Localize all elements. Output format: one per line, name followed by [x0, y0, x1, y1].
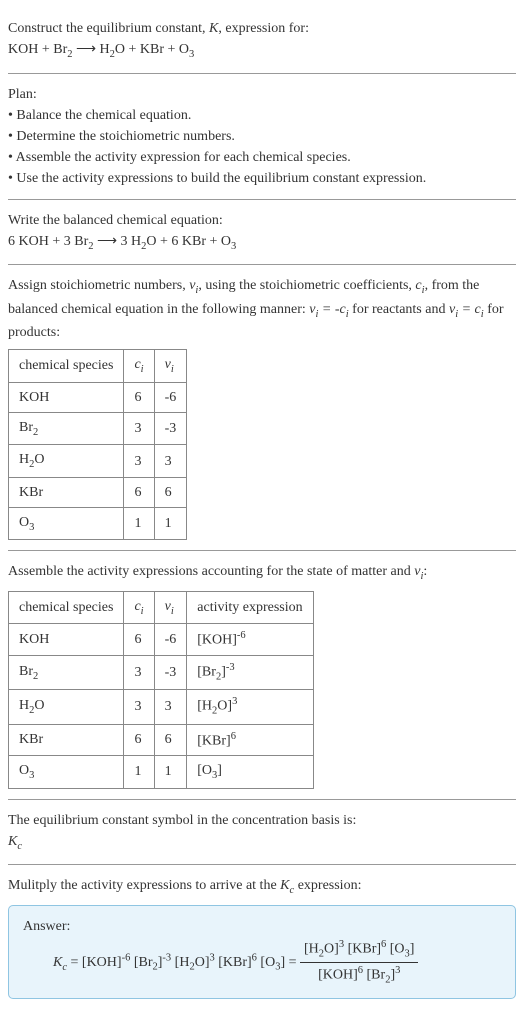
cell: 6 — [124, 724, 154, 756]
plan-section: Plan: • Balance the chemical equation. •… — [8, 74, 516, 200]
cell: [KBr]6 — [187, 724, 313, 756]
cell: -6 — [154, 382, 187, 412]
text: , using the stoichiometric coefficients, — [198, 278, 415, 293]
answer-box: Answer: Kc = [KOH]-6 [Br2]-3 [H2O]3 [KBr… — [8, 905, 516, 999]
cell: Br2 — [9, 656, 124, 690]
kc-symbol: Kc — [8, 831, 516, 855]
cell: 6 — [154, 724, 187, 756]
fraction: [H2O]3 [KBr]6 [O3] [KOH]6 [Br2]3 — [300, 937, 418, 988]
table-row: O311[O3] — [9, 756, 314, 789]
symbol-text: The equilibrium constant symbol in the c… — [8, 810, 516, 831]
kc-expression: Kc = [KOH]-6 [Br2]-3 [H2O]3 [KBr]6 [O3] … — [23, 937, 501, 988]
table-row: KBr66[KBr]6 — [9, 724, 314, 756]
cell: 3 — [154, 690, 187, 724]
cell: [KOH]-6 — [187, 624, 313, 656]
table-row: H2O33 — [9, 445, 187, 478]
balanced-equation: 6 KOH + 3 Br2 ⟶ 3 H2O + 6 KBr + O3 — [8, 231, 516, 255]
cell: 6 — [154, 477, 187, 507]
table-row: KBr66 — [9, 477, 187, 507]
cell: 3 — [124, 412, 154, 445]
cell: -3 — [154, 412, 187, 445]
table-row: KOH6-6 — [9, 382, 187, 412]
cell: [H2O]3 — [187, 690, 313, 724]
col-ci: ci — [124, 350, 154, 383]
table-row: KOH6-6[KOH]-6 — [9, 624, 314, 656]
stoich-text: Assign stoichiometric numbers, νi, using… — [8, 275, 516, 343]
cell: 1 — [124, 756, 154, 789]
text: Mulitply the activity expressions to arr… — [8, 878, 280, 893]
prompt-text-b: , expression for: — [218, 21, 309, 36]
cell: 1 — [154, 756, 187, 789]
final-text: Mulitply the activity expressions to arr… — [8, 875, 516, 899]
cell: H2O — [9, 690, 124, 724]
col-nu: νi — [154, 591, 187, 624]
table-header-row: chemical species ci νi — [9, 350, 187, 383]
cell: KBr — [9, 477, 124, 507]
plan-bullet: • Use the activity expressions to build … — [8, 168, 516, 189]
text: Assign stoichiometric numbers, — [8, 278, 189, 293]
cell: KOH — [9, 624, 124, 656]
cell: 1 — [124, 507, 154, 540]
text: Assemble the activity expressions accoun… — [8, 564, 414, 579]
stoich-section: Assign stoichiometric numbers, νi, using… — [8, 265, 516, 551]
cell: -3 — [154, 656, 187, 690]
cell: [O3] — [187, 756, 313, 789]
cell: 3 — [154, 445, 187, 478]
col-species: chemical species — [9, 591, 124, 624]
plan-bullet: • Determine the stoichiometric numbers. — [8, 126, 516, 147]
unbalanced-equation: KOH + Br2 ⟶ H2O + KBr + O3 — [8, 39, 516, 63]
final-section: Mulitply the activity expressions to arr… — [8, 865, 516, 1009]
symbol-section: The equilibrium constant symbol in the c… — [8, 800, 516, 866]
text: : — [423, 564, 427, 579]
rel1: νi = -ci — [309, 302, 348, 317]
kc-symbol: Kc — [280, 878, 294, 893]
cell: 6 — [124, 624, 154, 656]
cell: KOH — [9, 382, 124, 412]
cell: 1 — [154, 507, 187, 540]
cell: 6 — [124, 477, 154, 507]
prompt-line1: Construct the equilibrium constant, K, e… — [8, 18, 516, 39]
col-species: chemical species — [9, 350, 124, 383]
col-activity: activity expression — [187, 591, 313, 624]
denominator: [KOH]6 [Br2]3 — [300, 963, 418, 988]
ci-symbol: ci — [415, 278, 424, 293]
balanced-section: Write the balanced chemical equation: 6 … — [8, 200, 516, 266]
activity-text: Assemble the activity expressions accoun… — [8, 561, 516, 585]
cell: 3 — [124, 445, 154, 478]
table-row: Br23-3[Br2]-3 — [9, 656, 314, 690]
text: for reactants and — [349, 302, 449, 317]
cell: Br2 — [9, 412, 124, 445]
k-symbol: K — [209, 21, 218, 36]
cell: O3 — [9, 507, 124, 540]
cell: 3 — [124, 656, 154, 690]
text: expression: — [294, 878, 361, 893]
cell: O3 — [9, 756, 124, 789]
numerator: [H2O]3 [KBr]6 [O3] — [300, 937, 418, 963]
activity-table: chemical species ci νi activity expressi… — [8, 591, 314, 789]
balanced-title: Write the balanced chemical equation: — [8, 210, 516, 231]
table-row: Br23-3 — [9, 412, 187, 445]
cell: 3 — [124, 690, 154, 724]
plan-bullet: • Assemble the activity expression for e… — [8, 147, 516, 168]
table-header-row: chemical species ci νi activity expressi… — [9, 591, 314, 624]
table-row: H2O33[H2O]3 — [9, 690, 314, 724]
cell: [Br2]-3 — [187, 656, 313, 690]
cell: -6 — [154, 624, 187, 656]
plan-bullet: • Balance the chemical equation. — [8, 105, 516, 126]
answer-label: Answer: — [23, 916, 501, 937]
col-nu: νi — [154, 350, 187, 383]
cell: 6 — [124, 382, 154, 412]
col-ci: ci — [124, 591, 154, 624]
cell: H2O — [9, 445, 124, 478]
cell: KBr — [9, 724, 124, 756]
rel2: νi = ci — [449, 302, 484, 317]
stoich-table: chemical species ci νi KOH6-6 Br23-3 H2O… — [8, 349, 187, 540]
activity-section: Assemble the activity expressions accoun… — [8, 551, 516, 799]
header-section: Construct the equilibrium constant, K, e… — [8, 8, 516, 74]
plan-title: Plan: — [8, 84, 516, 105]
prompt-text: Construct the equilibrium constant, — [8, 21, 209, 36]
table-row: O311 — [9, 507, 187, 540]
nu-symbol: νi — [189, 278, 198, 293]
